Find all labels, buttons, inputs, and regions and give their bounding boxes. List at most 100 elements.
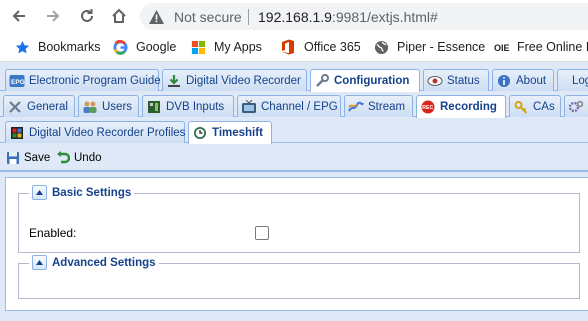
warning-icon[interactable] <box>148 9 165 28</box>
tab-label: Electronic Program Guide <box>29 74 161 87</box>
globe-icon <box>373 39 389 55</box>
tab-label: Configuration <box>334 75 410 87</box>
enabled-label: Enabled: <box>29 226 77 240</box>
url-text[interactable]: 192.168.1.9:9981/extjs.html# <box>258 9 438 25</box>
reload-icon <box>81 9 93 22</box>
star-icon <box>14 39 30 55</box>
microsoft-icon <box>190 39 206 55</box>
collapse-icon[interactable] <box>32 185 47 200</box>
tab-dvr[interactable]: Digital Video Recorder <box>162 69 307 91</box>
bookmark-label: Office 365 <box>304 40 361 54</box>
security-status[interactable]: Not secure <box>174 9 242 25</box>
tab-general[interactable]: General <box>3 95 75 117</box>
tab-label: Log <box>572 74 588 87</box>
home-button[interactable] <box>108 5 130 27</box>
svg-text:REC: REC <box>422 105 433 111</box>
tab-label: Timeshift <box>212 127 263 139</box>
tab-label: Status <box>447 74 480 87</box>
dvr-profile-icon <box>9 125 25 141</box>
undo-label: Undo <box>74 152 102 164</box>
tab-users[interactable]: Users <box>78 95 139 117</box>
save-icon <box>5 150 21 166</box>
basic-settings-fieldset: Basic Settings Enabled: <box>18 185 580 253</box>
undo-button[interactable]: Undo <box>55 150 102 166</box>
bookmark-google[interactable]: Google <box>112 39 176 55</box>
recording-tab-strip: Digital Video Recorder Profiles Timeshif… <box>0 118 588 144</box>
timeshift-form-panel: Basic Settings Enabled: Advanced Setting… <box>5 177 588 311</box>
arrow-left-icon <box>12 10 25 22</box>
enabled-checkbox[interactable] <box>255 226 269 240</box>
tab-label: Users <box>102 100 133 113</box>
arrow-right-icon <box>47 10 60 22</box>
back-button[interactable] <box>8 5 30 27</box>
bookmark-piper-essence[interactable]: Piper - Essence <box>373 39 485 55</box>
save-button[interactable]: Save <box>5 150 50 166</box>
reload-button[interactable] <box>76 5 98 27</box>
timeshift-form-area: Basic Settings Enabled: Advanced Setting… <box>0 171 588 321</box>
office-icon <box>280 39 296 55</box>
google-icon <box>112 39 128 55</box>
address-bar[interactable]: Not secure 192.168.1.9:9981/extjs.html# <box>140 3 588 30</box>
tab-timeshift[interactable]: Timeshift <box>188 121 272 144</box>
tools-icon <box>7 99 23 115</box>
bookmarks-bar: Bookmarks Google My Apps Office 365 Pipe… <box>0 33 588 62</box>
info-icon <box>496 73 512 89</box>
bookmark-label: My Apps <box>214 40 262 54</box>
bookmark-bookmarks[interactable]: Bookmarks <box>14 39 101 55</box>
tab-label: DVB Inputs <box>166 100 225 113</box>
svg-text:EPG: EPG <box>11 79 25 86</box>
advanced-settings-title: Advanced Settings <box>52 256 156 269</box>
bookmark-label: Piper - Essence <box>397 40 486 54</box>
card-icon <box>146 99 162 115</box>
stream-icon <box>348 99 364 115</box>
collapse-icon[interactable] <box>32 255 47 270</box>
tab-cas[interactable]: CAs <box>509 95 561 117</box>
browser-toolbar: Not secure 192.168.1.9:9981/extjs.html# <box>0 0 588 33</box>
config-tab-strip: General Users DVB Inputs Channel / EPG S… <box>0 92 588 118</box>
undo-icon <box>55 150 71 166</box>
tab-stream[interactable]: Stream <box>344 95 413 117</box>
tab-channel-epg[interactable]: Channel / EPG <box>237 95 341 117</box>
clock-icon <box>192 125 208 141</box>
wrench-icon <box>314 73 330 89</box>
tab-label: About <box>516 74 547 87</box>
tab-label: Digital Video Recorder Profiles <box>29 126 186 139</box>
tab-label: Digital Video Recorder <box>186 74 301 87</box>
tab-dvb-inputs[interactable]: DVB Inputs <box>142 95 234 117</box>
advanced-settings-legend[interactable]: Advanced Settings <box>29 255 159 270</box>
bookmark-free-online[interactable]: OIE Free Online Ir <box>494 39 588 55</box>
eye-icon <box>427 73 443 89</box>
forward-button[interactable] <box>42 5 64 27</box>
url-path: :9981/extjs.html# <box>331 9 438 25</box>
main-tab-strip: EPG Electronic Program Guide Digital Vid… <box>0 66 588 92</box>
action-toolbar: Save Undo <box>0 146 588 171</box>
tab-label: Channel / EPG <box>261 100 338 113</box>
tab-recording[interactable]: REC Recording <box>416 95 506 118</box>
bookmark-office-365[interactable]: Office 365 <box>280 39 361 55</box>
url-host: 192.168.1.9 <box>258 9 332 25</box>
rec-icon: REC <box>420 99 436 115</box>
bookmark-label: Google <box>136 40 177 54</box>
bookmark-label: Bookmarks <box>38 40 101 54</box>
basic-settings-legend[interactable]: Basic Settings <box>29 185 135 200</box>
epg-icon: EPG <box>9 73 25 89</box>
tab-configuration[interactable]: Configuration <box>310 69 420 92</box>
key-icon <box>513 99 529 115</box>
tab-about[interactable]: About <box>492 69 554 91</box>
tab-log[interactable]: Log <box>557 69 588 91</box>
svg-text:OIE: OIE <box>494 43 510 52</box>
tab-dvr-profiles[interactable]: Digital Video Recorder Profiles <box>5 121 185 143</box>
tab-label: CAs <box>533 100 555 113</box>
save-label: Save <box>24 152 51 164</box>
bookmark-my-apps[interactable]: My Apps <box>190 39 262 55</box>
oie-icon: OIE <box>494 39 512 55</box>
bookmark-label: Free Online Ir <box>517 40 588 54</box>
users-icon <box>82 99 98 115</box>
tab-more[interactable] <box>564 95 588 117</box>
tab-epg[interactable]: EPG Electronic Program Guide <box>5 69 161 91</box>
gears-icon <box>568 99 584 115</box>
tab-label: Stream <box>368 100 406 113</box>
download-icon <box>166 73 182 89</box>
tab-status[interactable]: Status <box>423 69 489 91</box>
home-icon <box>112 8 126 23</box>
